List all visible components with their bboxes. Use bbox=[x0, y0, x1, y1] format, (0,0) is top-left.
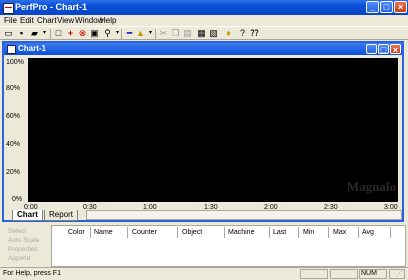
column-header-max[interactable]: Max bbox=[333, 229, 346, 236]
add-counter-icon[interactable]: + bbox=[66, 29, 75, 38]
column-separator bbox=[298, 227, 299, 238]
line-style-icon[interactable]: ━ bbox=[125, 29, 134, 38]
toolbar-separator bbox=[121, 29, 122, 39]
menu-bar: File Edit Chart View Window Help bbox=[0, 15, 408, 26]
open-icon[interactable]: ▰ bbox=[30, 29, 39, 38]
chart-window-title-bar: Chart-1 _ □ × bbox=[4, 43, 402, 55]
chevron-down-icon[interactable]: ▾ bbox=[146, 29, 155, 38]
close-button[interactable]: × bbox=[394, 1, 407, 13]
chart-window-icon bbox=[7, 45, 16, 54]
column-separator bbox=[269, 227, 270, 238]
tab-report[interactable]: Report bbox=[44, 210, 79, 221]
column-separator bbox=[90, 227, 91, 238]
column-header-object[interactable]: Object bbox=[182, 229, 202, 236]
select-command[interactable]: Select bbox=[8, 228, 26, 235]
chart-maximize-button[interactable]: □ bbox=[378, 44, 389, 55]
cut-icon[interactable]: ✂ bbox=[159, 29, 168, 38]
status-panel bbox=[330, 269, 358, 279]
camera-icon[interactable]: ▣ bbox=[90, 29, 99, 38]
properties-command[interactable]: Properties bbox=[8, 246, 38, 253]
y-tick-label: 0% bbox=[12, 196, 23, 203]
warning-icon[interactable]: ▲ bbox=[136, 29, 145, 38]
new-icon[interactable]: ▭ bbox=[4, 29, 13, 38]
auto-scale-command[interactable]: Auto Scale bbox=[8, 237, 39, 244]
chevron-down-icon[interactable]: ▾ bbox=[40, 29, 49, 38]
column-header-avg[interactable]: Avg bbox=[362, 229, 374, 236]
chart-minimize-button[interactable]: _ bbox=[366, 44, 377, 55]
zoom-icon[interactable]: ⚲ bbox=[103, 29, 112, 38]
column-separator bbox=[328, 227, 329, 238]
column-separator bbox=[127, 227, 128, 238]
num-lock-indicator: NUM bbox=[361, 270, 377, 277]
minimize-button[interactable]: _ bbox=[366, 1, 379, 13]
toolbar-separator bbox=[155, 29, 156, 39]
print-preview-icon[interactable]: ▧ bbox=[209, 29, 218, 38]
column-separator bbox=[390, 227, 391, 238]
y-tick-label: 60% bbox=[6, 113, 21, 120]
column-header-machine[interactable]: Machine bbox=[228, 229, 254, 236]
column-separator bbox=[358, 227, 359, 238]
paste-icon[interactable]: ▤ bbox=[183, 29, 192, 38]
y-tick-label: 80% bbox=[6, 85, 21, 92]
resize-grip-icon[interactable]: ⋰ bbox=[396, 270, 403, 278]
menu-edit[interactable]: Edit bbox=[20, 16, 34, 25]
menu-chart[interactable]: Chart bbox=[37, 16, 57, 25]
menu-view[interactable]: View bbox=[57, 16, 74, 25]
counter-table[interactable]: Color Name Counter Object Machine Last M… bbox=[51, 225, 406, 267]
chart-close-button[interactable]: × bbox=[390, 44, 401, 55]
y-tick-label: 20% bbox=[6, 169, 21, 176]
menu-file[interactable]: File bbox=[4, 16, 17, 25]
column-separator bbox=[177, 227, 178, 238]
y-tick-label: 100% bbox=[6, 59, 24, 66]
properties-icon[interactable]: ♦ bbox=[224, 29, 233, 38]
column-header-color[interactable]: Color bbox=[68, 229, 85, 236]
app-icon bbox=[3, 3, 14, 14]
status-panel bbox=[300, 269, 328, 279]
column-header-min[interactable]: Min bbox=[303, 229, 314, 236]
context-help-icon[interactable]: ⁇ bbox=[250, 29, 259, 38]
window-icon[interactable]: □ bbox=[54, 29, 63, 38]
status-bar: For Help, press F1 NUM ⋰ bbox=[0, 267, 408, 280]
menu-help[interactable]: Help bbox=[100, 16, 116, 25]
chart-plot-area[interactable] bbox=[28, 58, 398, 202]
toolbar: ▭ ▪ ▰ ▾ □ + ⊗ ▣ ⚲ ▾ ━ ▲ ▾ ✂ ❐ ▤ ▦ ▧ ♦ ? … bbox=[0, 26, 408, 40]
help-icon[interactable]: ? bbox=[238, 29, 247, 38]
column-header-counter[interactable]: Counter bbox=[132, 229, 157, 236]
toolbar-separator bbox=[50, 29, 51, 39]
status-text: For Help, press F1 bbox=[3, 270, 61, 277]
horizontal-scrollbar[interactable] bbox=[86, 210, 402, 220]
column-header-name[interactable]: Name bbox=[94, 229, 113, 236]
chart-window-title: Chart-1 bbox=[18, 44, 47, 53]
delete-icon[interactable]: ⊗ bbox=[78, 29, 87, 38]
column-header-last[interactable]: Last bbox=[273, 229, 286, 236]
append-command[interactable]: Append bbox=[8, 255, 30, 262]
y-tick-label: 40% bbox=[6, 141, 21, 148]
tab-chart[interactable]: Chart bbox=[12, 210, 43, 221]
view-tabs: Chart Report bbox=[6, 210, 402, 221]
chart-window: Chart-1 _ □ × 100% 80% 60% 40% 20% 0% Ma… bbox=[2, 41, 404, 222]
column-separator bbox=[224, 227, 225, 238]
save-icon[interactable]: ▪ bbox=[17, 29, 26, 38]
title-bar: PerfPro - Chart-1 _ □ × bbox=[0, 0, 408, 15]
app-title: PerfPro - Chart-1 bbox=[15, 2, 88, 12]
copy-icon[interactable]: ❐ bbox=[171, 29, 180, 38]
print-icon[interactable]: ▦ bbox=[197, 29, 206, 38]
watermark-logo: Magnalo bbox=[346, 179, 396, 194]
side-panel: Select Auto Scale Properties Append bbox=[0, 225, 50, 267]
maximize-button[interactable]: □ bbox=[380, 1, 393, 13]
